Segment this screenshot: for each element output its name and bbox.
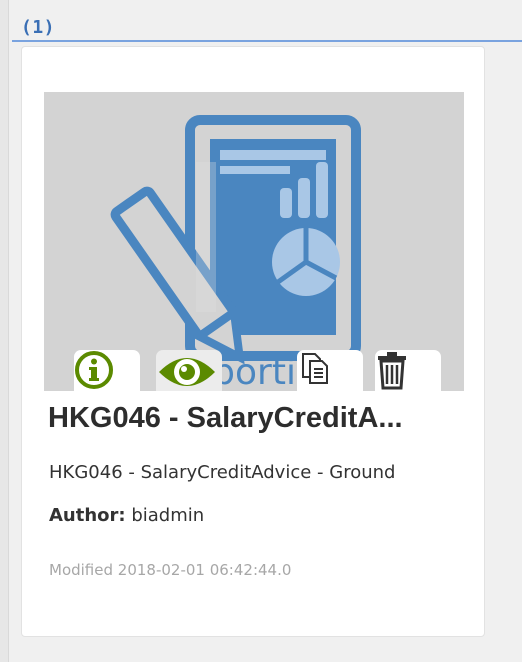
eye-icon bbox=[159, 358, 215, 386]
report-title[interactable]: HKG046 - SalaryCreditA... bbox=[48, 402, 468, 435]
author-name: biadmin bbox=[131, 505, 205, 526]
group-divider bbox=[12, 40, 522, 42]
delete-button[interactable] bbox=[375, 350, 441, 391]
reporting-illustration: reporting bbox=[110, 115, 361, 391]
report-author: Author: biadmin bbox=[49, 505, 204, 526]
report-thumbnail[interactable]: reporting bbox=[44, 92, 464, 391]
info-icon bbox=[75, 351, 113, 389]
report-description: HKG046 - SalaryCreditAdvice - Ground bbox=[49, 462, 396, 483]
info-button[interactable] bbox=[74, 350, 140, 391]
left-panel-border bbox=[0, 0, 9, 662]
trash-icon bbox=[378, 352, 406, 390]
view-button[interactable] bbox=[156, 350, 222, 391]
copy-button[interactable] bbox=[297, 350, 363, 391]
author-label: Author: bbox=[49, 505, 126, 526]
report-card[interactable]: reporting HKG046 - SalaryCreditA... HKG0… bbox=[21, 46, 485, 637]
modified-date: Modified 2018-02-01 06:42:44.0 bbox=[49, 561, 292, 579]
copy-icon bbox=[302, 353, 328, 384]
group-header: (1) bbox=[21, 17, 56, 38]
